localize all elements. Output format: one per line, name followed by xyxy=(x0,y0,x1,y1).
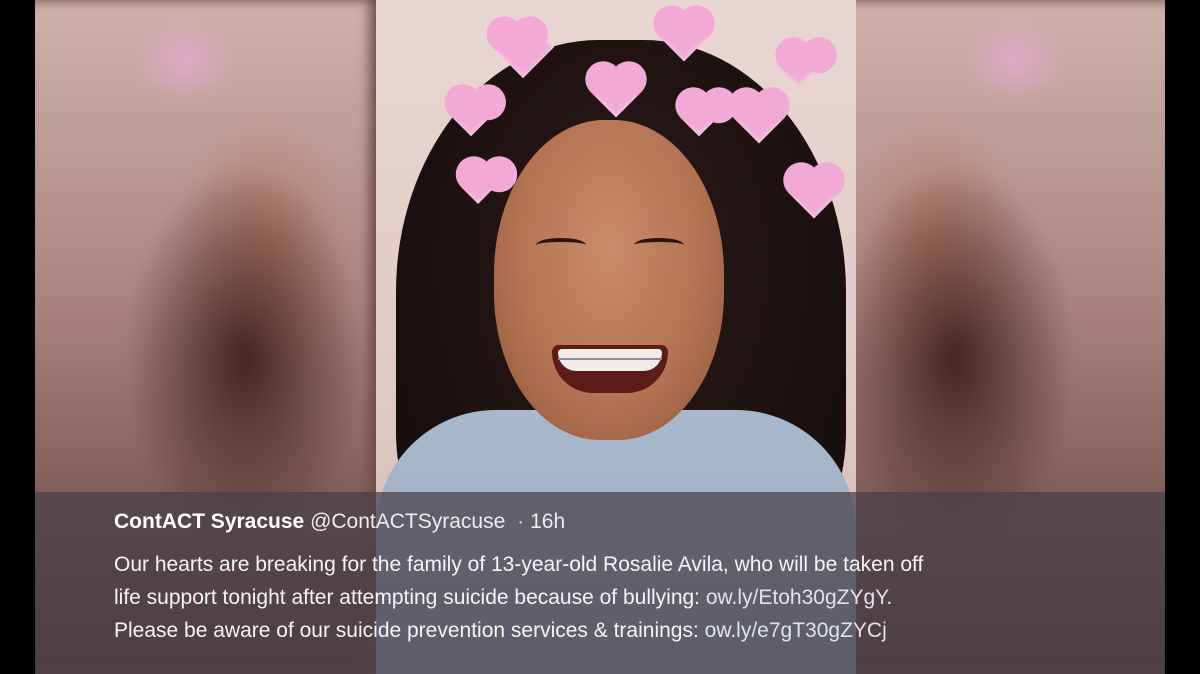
tweet-text: Our hearts are breaking for the family o… xyxy=(114,548,1104,647)
tweet-link-1[interactable]: ow.ly/Etoh30gZYgY xyxy=(706,586,887,609)
teeth xyxy=(558,349,662,371)
braces xyxy=(558,358,662,360)
tweet-link-2[interactable]: ow.ly/e7gT30gZYCj xyxy=(705,619,887,642)
tweet-line-1: Our hearts are breaking for the family o… xyxy=(114,553,924,576)
tweet-overlay: ContACT Syracuse @ContACTSyracuse · 16h O… xyxy=(35,492,1165,674)
timestamp[interactable]: 16h xyxy=(530,510,565,533)
tweet-line-2-text: life support tonight after attempting su… xyxy=(114,586,706,609)
separator-dot: · xyxy=(517,510,525,533)
smile xyxy=(552,345,668,393)
tweet-line-2-end: . xyxy=(886,586,893,609)
face xyxy=(494,120,724,440)
display-name[interactable]: ContACT Syracuse xyxy=(114,510,304,533)
right-eye xyxy=(634,238,684,252)
tweet-line-2: life support tonight after attempting su… xyxy=(114,581,1104,614)
user-handle[interactable]: @ContACTSyracuse xyxy=(310,510,505,533)
tweet-line-3: Please be aware of our suicide preventio… xyxy=(114,614,1104,647)
tweet-line-3-text: Please be aware of our suicide preventio… xyxy=(114,619,705,642)
tweet-header: ContACT Syracuse @ContACTSyracuse · 16h xyxy=(114,510,565,534)
left-eye xyxy=(536,238,586,252)
heart-icon xyxy=(780,49,818,87)
